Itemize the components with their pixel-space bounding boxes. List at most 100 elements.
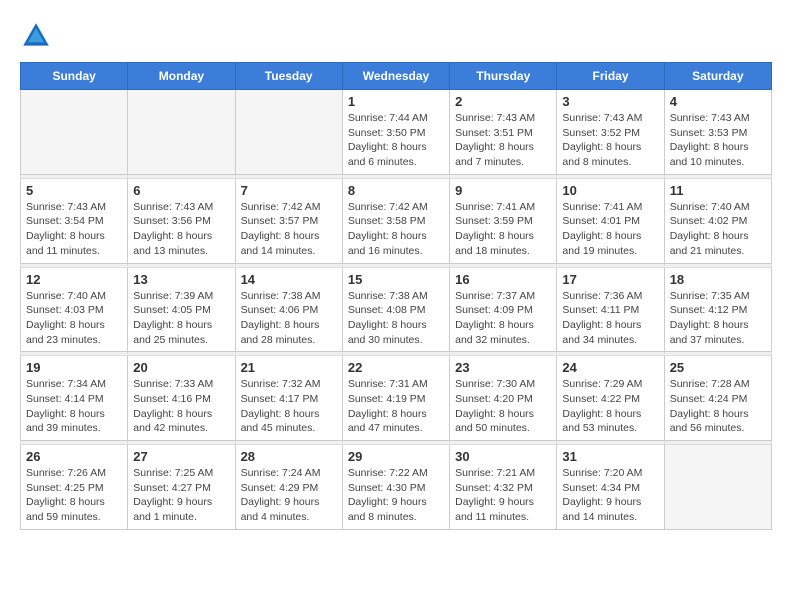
logo-icon [20, 20, 52, 52]
day-info: Sunrise: 7:42 AM Sunset: 3:57 PM Dayligh… [241, 200, 337, 259]
calendar-cell: 6Sunrise: 7:43 AM Sunset: 3:56 PM Daylig… [128, 178, 235, 263]
calendar-cell: 2 Sunrise: 7:43 AM Sunset: 3:51 PM Daylig… [450, 90, 557, 175]
day-info: Sunrise: 7:43 AM Sunset: 3:51 PM Dayligh… [455, 111, 551, 170]
day-number: 6 [133, 183, 229, 198]
calendar-cell: 4 Sunrise: 7:43 AM Sunset: 3:53 PM Daylig… [664, 90, 771, 175]
calendar-cell [21, 90, 128, 175]
calendar-cell: 18 Sunrise: 7:35 AM Sunset: 4:12 PM Dayli… [664, 267, 771, 352]
day-number: 24 [562, 360, 658, 375]
calendar-cell: 16 Sunrise: 7:37 AM Sunset: 4:09 PM Dayli… [450, 267, 557, 352]
day-info: Sunrise: 7:35 AM Sunset: 4:12 PM Dayligh… [670, 289, 766, 348]
calendar-week-row: 1Sunrise: 7:44 AM Sunset: 3:50 PM Daylig… [21, 90, 772, 175]
day-number: 29 [348, 449, 444, 464]
day-info: Sunrise: 7:41 AM Sunset: 4:01 PM Dayligh… [562, 200, 658, 259]
day-number: 3 [562, 94, 658, 109]
calendar-cell: 3 Sunrise: 7:43 AM Sunset: 3:52 PM Daylig… [557, 90, 664, 175]
day-info: Sunrise: 7:31 AM Sunset: 4:19 PM Dayligh… [348, 377, 444, 436]
day-number: 28 [241, 449, 337, 464]
day-info: Sunrise: 7:41 AM Sunset: 3:59 PM Dayligh… [455, 200, 551, 259]
day-number: 7 [241, 183, 337, 198]
day-number: 5 [26, 183, 122, 198]
calendar-cell: 28Sunrise: 7:24 AM Sunset: 4:29 PM Dayli… [235, 445, 342, 530]
calendar-cell: 15 Sunrise: 7:38 AM Sunset: 4:08 PM Dayli… [342, 267, 449, 352]
day-number: 2 [455, 94, 551, 109]
calendar-cell: 12 Sunrise: 7:40 AM Sunset: 4:03 PM Dayli… [21, 267, 128, 352]
calendar-cell: 21 Sunrise: 7:32 AM Sunset: 4:17 PM Dayli… [235, 356, 342, 441]
calendar-cell: 25 Sunrise: 7:28 AM Sunset: 4:24 PM Dayli… [664, 356, 771, 441]
calendar-cell [235, 90, 342, 175]
day-number: 16 [455, 272, 551, 287]
day-number: 31 [562, 449, 658, 464]
day-number: 13 [133, 272, 229, 287]
calendar-cell: 23Sunrise: 7:30 AM Sunset: 4:20 PM Dayli… [450, 356, 557, 441]
day-number: 14 [241, 272, 337, 287]
day-info: Sunrise: 7:28 AM Sunset: 4:24 PM Dayligh… [670, 377, 766, 436]
weekday-header-monday: Monday [128, 63, 235, 90]
day-number: 15 [348, 272, 444, 287]
day-info: Sunrise: 7:34 AM Sunset: 4:14 PM Dayligh… [26, 377, 122, 436]
logo [20, 20, 56, 52]
day-number: 26 [26, 449, 122, 464]
weekday-header-wednesday: Wednesday [342, 63, 449, 90]
calendar-week-row: 12 Sunrise: 7:40 AM Sunset: 4:03 PM Dayli… [21, 267, 772, 352]
weekday-header-saturday: Saturday [664, 63, 771, 90]
day-number: 30 [455, 449, 551, 464]
day-info: Sunrise: 7:43 AM Sunset: 3:53 PM Dayligh… [670, 111, 766, 170]
day-number: 27 [133, 449, 229, 464]
day-info: Sunrise: 7:43 AM Sunset: 3:52 PM Dayligh… [562, 111, 658, 170]
day-info: Sunrise: 7:40 AM Sunset: 4:02 PM Dayligh… [670, 200, 766, 259]
calendar-table: SundayMondayTuesdayWednesdayThursdayFrid… [20, 62, 772, 530]
weekday-header-friday: Friday [557, 63, 664, 90]
day-info: Sunrise: 7:21 AM Sunset: 4:32 PM Dayligh… [455, 466, 551, 525]
day-number: 21 [241, 360, 337, 375]
day-info: Sunrise: 7:20 AM Sunset: 4:34 PM Dayligh… [562, 466, 658, 525]
day-info: Sunrise: 7:38 AM Sunset: 4:08 PM Dayligh… [348, 289, 444, 348]
weekday-header-sunday: Sunday [21, 63, 128, 90]
day-info: Sunrise: 7:44 AM Sunset: 3:50 PM Dayligh… [348, 111, 444, 170]
day-info: Sunrise: 7:33 AM Sunset: 4:16 PM Dayligh… [133, 377, 229, 436]
calendar-cell: 19 Sunrise: 7:34 AM Sunset: 4:14 PM Dayli… [21, 356, 128, 441]
day-info: Sunrise: 7:26 AM Sunset: 4:25 PM Dayligh… [26, 466, 122, 525]
day-number: 18 [670, 272, 766, 287]
day-number: 25 [670, 360, 766, 375]
calendar-week-row: 5Sunrise: 7:43 AM Sunset: 3:54 PM Daylig… [21, 178, 772, 263]
day-number: 19 [26, 360, 122, 375]
day-number: 22 [348, 360, 444, 375]
day-info: Sunrise: 7:38 AM Sunset: 4:06 PM Dayligh… [241, 289, 337, 348]
calendar-week-row: 19 Sunrise: 7:34 AM Sunset: 4:14 PM Dayli… [21, 356, 772, 441]
day-info: Sunrise: 7:32 AM Sunset: 4:17 PM Dayligh… [241, 377, 337, 436]
day-info: Sunrise: 7:36 AM Sunset: 4:11 PM Dayligh… [562, 289, 658, 348]
day-info: Sunrise: 7:37 AM Sunset: 4:09 PM Dayligh… [455, 289, 551, 348]
weekday-header-tuesday: Tuesday [235, 63, 342, 90]
day-number: 10 [562, 183, 658, 198]
calendar-cell: 13 Sunrise: 7:39 AM Sunset: 4:05 PM Dayli… [128, 267, 235, 352]
day-number: 9 [455, 183, 551, 198]
calendar-cell: 30 Sunrise: 7:21 AM Sunset: 4:32 PM Dayli… [450, 445, 557, 530]
day-info: Sunrise: 7:39 AM Sunset: 4:05 PM Dayligh… [133, 289, 229, 348]
calendar-cell: 20 Sunrise: 7:33 AM Sunset: 4:16 PM Dayli… [128, 356, 235, 441]
calendar-cell: 24Sunrise: 7:29 AM Sunset: 4:22 PM Dayli… [557, 356, 664, 441]
day-info: Sunrise: 7:25 AM Sunset: 4:27 PM Dayligh… [133, 466, 229, 525]
calendar-cell [128, 90, 235, 175]
calendar-cell: 17Sunrise: 7:36 AM Sunset: 4:11 PM Dayli… [557, 267, 664, 352]
calendar-cell: 1Sunrise: 7:44 AM Sunset: 3:50 PM Daylig… [342, 90, 449, 175]
page-header [20, 20, 772, 52]
calendar-week-row: 26 Sunrise: 7:26 AM Sunset: 4:25 PM Dayli… [21, 445, 772, 530]
day-number: 8 [348, 183, 444, 198]
day-number: 20 [133, 360, 229, 375]
weekday-header-thursday: Thursday [450, 63, 557, 90]
calendar-cell: 26 Sunrise: 7:26 AM Sunset: 4:25 PM Dayli… [21, 445, 128, 530]
day-number: 11 [670, 183, 766, 198]
day-number: 12 [26, 272, 122, 287]
calendar-cell: 14 Sunrise: 7:38 AM Sunset: 4:06 PM Dayli… [235, 267, 342, 352]
calendar-cell: 7 Sunrise: 7:42 AM Sunset: 3:57 PM Daylig… [235, 178, 342, 263]
calendar-cell: 5Sunrise: 7:43 AM Sunset: 3:54 PM Daylig… [21, 178, 128, 263]
day-info: Sunrise: 7:22 AM Sunset: 4:30 PM Dayligh… [348, 466, 444, 525]
calendar-cell: 10 Sunrise: 7:41 AM Sunset: 4:01 PM Dayli… [557, 178, 664, 263]
weekday-header-row: SundayMondayTuesdayWednesdayThursdayFrid… [21, 63, 772, 90]
calendar-cell: 29 Sunrise: 7:22 AM Sunset: 4:30 PM Dayli… [342, 445, 449, 530]
day-number: 23 [455, 360, 551, 375]
day-info: Sunrise: 7:40 AM Sunset: 4:03 PM Dayligh… [26, 289, 122, 348]
calendar-cell: 22 Sunrise: 7:31 AM Sunset: 4:19 PM Dayli… [342, 356, 449, 441]
day-number: 4 [670, 94, 766, 109]
